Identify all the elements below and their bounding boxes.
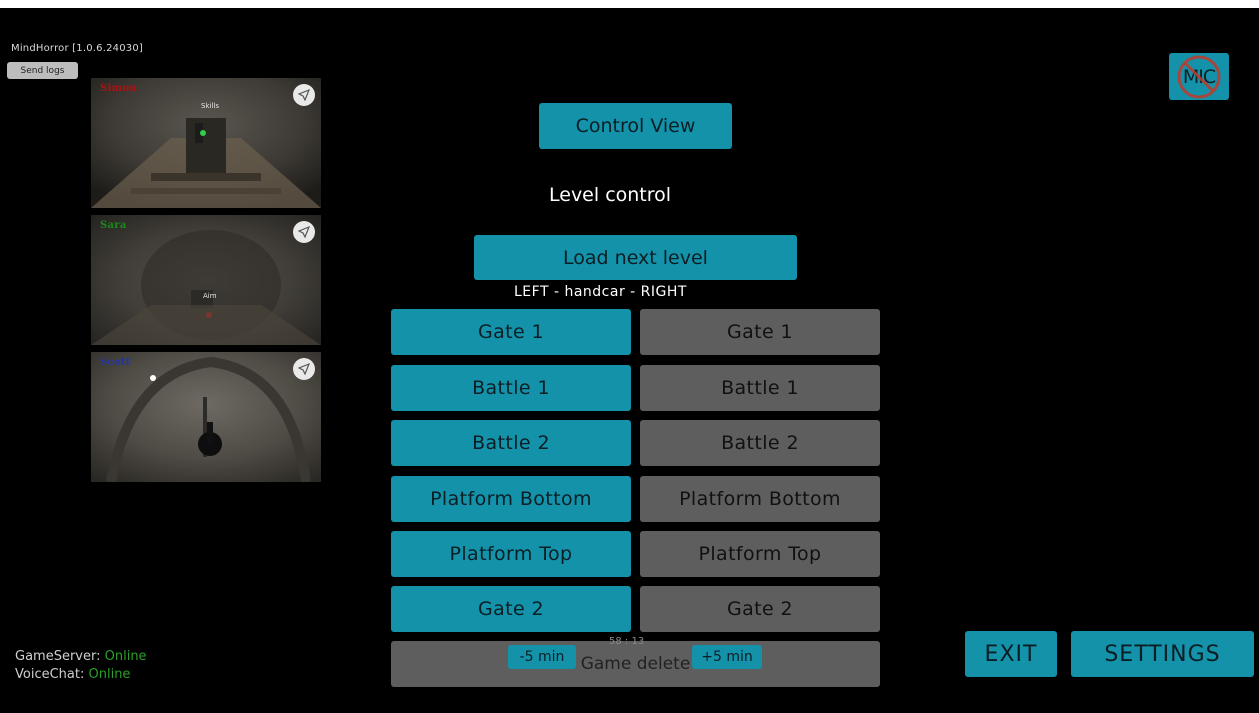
camera-feed-simon[interactable]: Simon Skills [91,78,321,208]
game-timer: 58 : 13 [609,636,645,647]
exit-button[interactable]: EXIT [965,631,1057,677]
right-gate-2-button[interactable]: Gate 2 [640,586,880,632]
game-control-screen: MindHorror [1.0.6.24030] Send logs Simon… [0,8,1259,713]
voice-chat-label: VoiceChat: [15,667,85,682]
minus-5-min-button[interactable]: -5 min [508,645,576,669]
left-platform-bottom-button[interactable]: Platform Bottom [391,476,631,522]
camera-feed-scott[interactable]: Scott [91,352,321,482]
voice-chat-value: Online [88,667,131,682]
right-battle-2-button[interactable]: Battle 2 [640,420,880,466]
player-name: Simon [100,83,138,94]
camera-tag: Skills [201,102,219,110]
muted-icon [1177,55,1221,99]
right-gate-1-button[interactable]: Gate 1 [640,309,880,355]
left-battle-2-button[interactable]: Battle 2 [391,420,631,466]
control-view-button[interactable]: Control View [539,103,732,149]
game-server-value: Online [104,649,147,664]
location-arrow-icon[interactable] [293,358,315,380]
load-next-level-button[interactable]: Load next level [474,235,797,280]
right-battle-1-button[interactable]: Battle 1 [640,365,880,411]
handcar-label: LEFT - handcar - RIGHT [514,284,687,300]
left-gate-2-button[interactable]: Gate 2 [391,586,631,632]
location-arrow-icon[interactable] [293,221,315,243]
right-platform-top-button[interactable]: Platform Top [640,531,880,577]
level-control-heading: Level control [549,184,672,206]
voice-chat-status: VoiceChat: Online [15,667,130,682]
left-gate-1-button[interactable]: Gate 1 [391,309,631,355]
mic-button[interactable]: MIC [1169,53,1229,100]
camera-tag: Aim [203,292,217,300]
camera-scene [91,78,321,208]
player-name: Scott [100,357,131,368]
left-battle-1-button[interactable]: Battle 1 [391,365,631,411]
app-title: MindHorror [1.0.6.24030] [11,43,144,54]
game-delete-button[interactable]: Game delete [391,641,880,687]
camera-scene [91,215,321,345]
camera-feed-sara[interactable]: Sara Aim [91,215,321,345]
camera-scene [91,352,321,482]
player-name: Sara [100,220,127,231]
plus-5-min-button[interactable]: +5 min [692,645,762,669]
right-platform-bottom-button[interactable]: Platform Bottom [640,476,880,522]
game-server-status: GameServer: Online [15,649,147,664]
settings-button[interactable]: SETTINGS [1071,631,1254,677]
left-platform-top-button[interactable]: Platform Top [391,531,631,577]
game-server-label: GameServer: [15,649,101,664]
send-logs-button[interactable]: Send logs [7,62,78,79]
location-arrow-icon[interactable] [293,84,315,106]
